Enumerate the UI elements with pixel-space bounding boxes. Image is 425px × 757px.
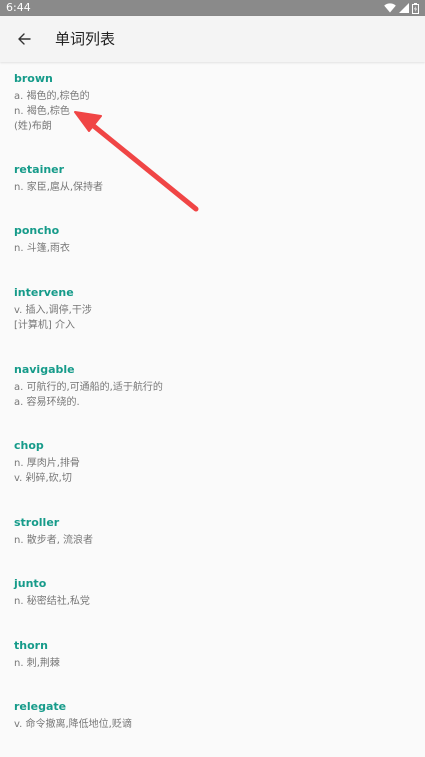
word-text: chop	[14, 439, 44, 452]
word-meaning: n. 家臣,扈从,保持者	[14, 182, 104, 193]
word-meaning: a. 褐色的,棕色的	[14, 91, 90, 102]
word-meaning: v. 插入,调停,干涉	[14, 305, 92, 316]
signal-icon	[399, 3, 409, 13]
word-list-item[interactable]: stroller n. 散步者, 流浪者	[0, 516, 425, 556]
word-meaning: [计算机] 介入	[14, 320, 75, 331]
word-meaning: n. 秘密结社,私党	[14, 596, 90, 607]
arrow-back-icon	[18, 33, 31, 45]
battery-icon	[412, 2, 419, 14]
word-list-item[interactable]: relegate v. 命令撤离,降低地位,贬谪	[0, 700, 425, 740]
word-list-item[interactable]: retainer n. 家臣,扈从,保持者	[0, 163, 425, 203]
word-list-item[interactable]: poncho n. 斗篷,雨衣	[0, 224, 425, 264]
wifi-icon	[384, 3, 396, 13]
word-text: intervene	[14, 286, 74, 299]
word-meaning: n. 褐色,棕色	[14, 106, 70, 117]
word-text: navigable	[14, 363, 75, 376]
word-text: thorn	[14, 639, 48, 652]
word-text: retainer	[14, 163, 65, 176]
word-text: brown	[14, 72, 53, 85]
page-title: 单词列表	[55, 30, 116, 48]
word-list-item[interactable]: brown a. 褐色的,棕色的 n. 褐色,棕色 (姓)布朗	[0, 72, 425, 147]
word-list-item[interactable]: chop n. 厚肉片,排骨 v. 剁碎,砍,切	[0, 439, 425, 494]
word-meaning: v. 命令撤离,降低地位,贬谪	[14, 719, 132, 730]
word-meaning: (姓)布朗	[14, 121, 52, 132]
word-text: relegate	[14, 700, 67, 713]
word-meaning: a. 可航行的,可通船的,适于航行的	[14, 382, 163, 393]
word-text: stroller	[14, 516, 60, 529]
word-text: poncho	[14, 224, 60, 237]
status-time: 6:44	[6, 1, 31, 14]
word-meaning: v. 剁碎,砍,切	[14, 473, 72, 484]
word-meaning: n. 刺,荆棘	[14, 658, 60, 669]
status-icons	[384, 2, 419, 14]
word-list-item[interactable]: navigable a. 可航行的,可通船的,适于航行的 a. 容易环绕的.	[0, 363, 425, 418]
status-bar: 6:44	[0, 0, 425, 16]
word-list-item[interactable]: intervene v. 插入,调停,干涉 [计算机] 介入	[0, 286, 425, 341]
word-list-item[interactable]: junto n. 秘密结社,私党	[0, 577, 425, 617]
app-bar: 单词列表	[0, 16, 425, 62]
word-meaning: n. 散步者, 流浪者	[14, 535, 94, 546]
word-text: junto	[14, 577, 47, 590]
word-meaning: n. 厚肉片,排骨	[14, 458, 80, 469]
word-list-item[interactable]: thorn n. 刺,荆棘	[0, 639, 425, 679]
word-meaning: n. 斗篷,雨衣	[14, 243, 70, 254]
word-meaning: a. 容易环绕的.	[14, 397, 80, 408]
back-button[interactable]	[10, 25, 38, 53]
